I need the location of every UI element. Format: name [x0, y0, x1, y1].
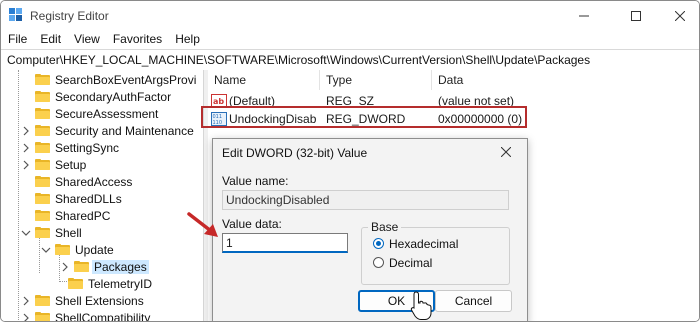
title-bar: Registry Editor	[1, 1, 699, 31]
folder-icon	[35, 193, 50, 204]
address-path[interactable]: Computer\HKEY_LOCAL_MACHINE\SOFTWARE\Mic…	[7, 53, 590, 67]
folder-open-icon	[55, 244, 70, 255]
chevron-right-icon[interactable]	[21, 296, 31, 306]
radio-unselected-icon[interactable]	[373, 257, 384, 268]
tree-item[interactable]: SearchBoxEventArgsProvi	[35, 71, 196, 88]
tree-item-label: TelemetryID	[88, 276, 153, 291]
chevron-right-icon[interactable]	[21, 126, 31, 136]
close-icon	[501, 147, 511, 157]
tree-item-label: Security and Maintenance	[55, 123, 194, 138]
tree-item[interactable]: Setup	[21, 156, 86, 173]
tree-item[interactable]: TelemetryID	[68, 275, 152, 292]
menu-file[interactable]: File	[1, 31, 33, 49]
tree-item-label: Shell	[55, 225, 82, 240]
radio-selected-icon[interactable]	[373, 238, 384, 249]
column-header-name[interactable]: Name	[208, 70, 320, 90]
tree-item-label: SharedPC	[55, 208, 111, 223]
tree-item[interactable]: Shell	[21, 224, 82, 241]
tree-item-selected[interactable]: Packages	[60, 258, 149, 275]
chevron-right-icon[interactable]	[60, 262, 70, 272]
tree-item-label: SharedAccess	[55, 174, 133, 189]
chevron-down-icon[interactable]	[21, 228, 31, 238]
value-name-field[interactable]: UndockingDisabled	[222, 190, 509, 210]
minimize-icon	[579, 15, 589, 17]
folder-icon	[35, 295, 50, 306]
base-group-title: Base	[368, 220, 402, 234]
tree-item-label: Shell Extensions	[55, 293, 144, 308]
tree-item[interactable]: Shell Extensions	[21, 292, 144, 309]
tree-item[interactable]: SharedDLLs	[35, 190, 122, 207]
tree-guide-line	[59, 281, 67, 282]
tree-guide-line	[18, 70, 19, 321]
column-header-data[interactable]: Data	[432, 70, 699, 90]
tree-item[interactable]: SecureAssessment	[35, 105, 158, 122]
tree-item-label: SettingSync	[55, 140, 120, 155]
folder-open-icon	[35, 227, 50, 238]
chevron-right-icon[interactable]	[21, 143, 31, 153]
tree-item-label: Packages	[92, 259, 149, 274]
folder-icon	[74, 261, 89, 272]
chevron-right-icon[interactable]	[21, 160, 31, 170]
dialog-title: Edit DWORD (32-bit) Value	[222, 146, 368, 160]
highlight-annotation	[201, 106, 527, 128]
tree-item-label: SecondaryAuthFactor	[55, 89, 172, 104]
tree-item[interactable]: Update	[41, 241, 114, 258]
tree-item[interactable]: Security and Maintenance	[21, 122, 194, 139]
menu-help[interactable]: Help	[168, 31, 206, 49]
registry-editor-window: Registry Editor File Edit View Favorites…	[0, 0, 700, 322]
menu-edit[interactable]: Edit	[33, 31, 67, 49]
address-bar[interactable]: Computer\HKEY_LOCAL_MACHINE\SOFTWARE\Mic…	[1, 49, 699, 71]
tree-item-label: SecureAssessment	[55, 106, 159, 121]
chevron-down-icon[interactable]	[41, 245, 51, 255]
dialog-close-button[interactable]	[497, 143, 515, 161]
value-data-label: Value data:	[222, 217, 282, 231]
column-header-type[interactable]: Type	[320, 70, 432, 90]
red-arrow-annotation-icon	[187, 212, 218, 237]
maximize-icon	[631, 11, 641, 21]
tree-item-label: ShellCompatibility	[55, 310, 151, 322]
folder-icon	[35, 159, 50, 170]
folder-icon	[35, 312, 50, 321]
folder-icon	[35, 142, 50, 153]
folder-icon	[35, 108, 50, 119]
tree-item[interactable]: SharedAccess	[35, 173, 132, 190]
tree-item-label: Update	[75, 242, 114, 257]
folder-icon	[35, 125, 50, 136]
close-button[interactable]	[657, 1, 699, 31]
value-data-input[interactable]: 1	[222, 233, 348, 253]
registry-editor-icon	[9, 8, 22, 21]
tree-item[interactable]: SharedPC	[35, 207, 110, 224]
radio-decimal[interactable]: Decimal	[373, 256, 493, 270]
chevron-right-icon[interactable]	[21, 313, 31, 322]
tree-item[interactable]: SecondaryAuthFactor	[35, 88, 171, 105]
minimize-button[interactable]	[561, 1, 607, 31]
folder-icon	[68, 278, 83, 289]
close-icon	[675, 11, 685, 21]
radio-decimal-label: Decimal	[389, 256, 433, 270]
radio-hexadecimal[interactable]: Hexadecimal	[373, 237, 493, 251]
edit-dword-dialog: Edit DWORD (32-bit) Value Value name: Un…	[212, 138, 528, 321]
folder-icon	[35, 210, 50, 221]
folder-icon	[35, 176, 50, 187]
menu-view[interactable]: View	[67, 31, 106, 49]
tree-item-label: Setup	[55, 157, 87, 172]
value-name-label: Value name:	[222, 174, 289, 188]
folder-icon	[35, 74, 50, 85]
tree-item[interactable]: SettingSync	[21, 139, 119, 156]
key-tree[interactable]: SearchBoxEventArgsProvi SecondaryAuthFac…	[1, 70, 203, 322]
tree-item[interactable]: ShellCompatibility	[21, 309, 151, 322]
maximize-button[interactable]	[613, 1, 659, 31]
folder-icon	[35, 91, 50, 102]
tree-item-label: SharedDLLs	[55, 191, 122, 206]
radio-hexadecimal-label: Hexadecimal	[389, 237, 459, 251]
window-title: Registry Editor	[30, 9, 109, 23]
svg-text:ab: ab	[213, 97, 224, 106]
cancel-button[interactable]: Cancel	[435, 290, 512, 312]
menu-bar: File Edit View Favorites Help	[1, 31, 206, 49]
mouse-cursor-icon	[410, 291, 432, 320]
tree-item-label: SearchBoxEventArgsProvi	[55, 72, 197, 87]
menu-favorites[interactable]: Favorites	[106, 31, 168, 49]
